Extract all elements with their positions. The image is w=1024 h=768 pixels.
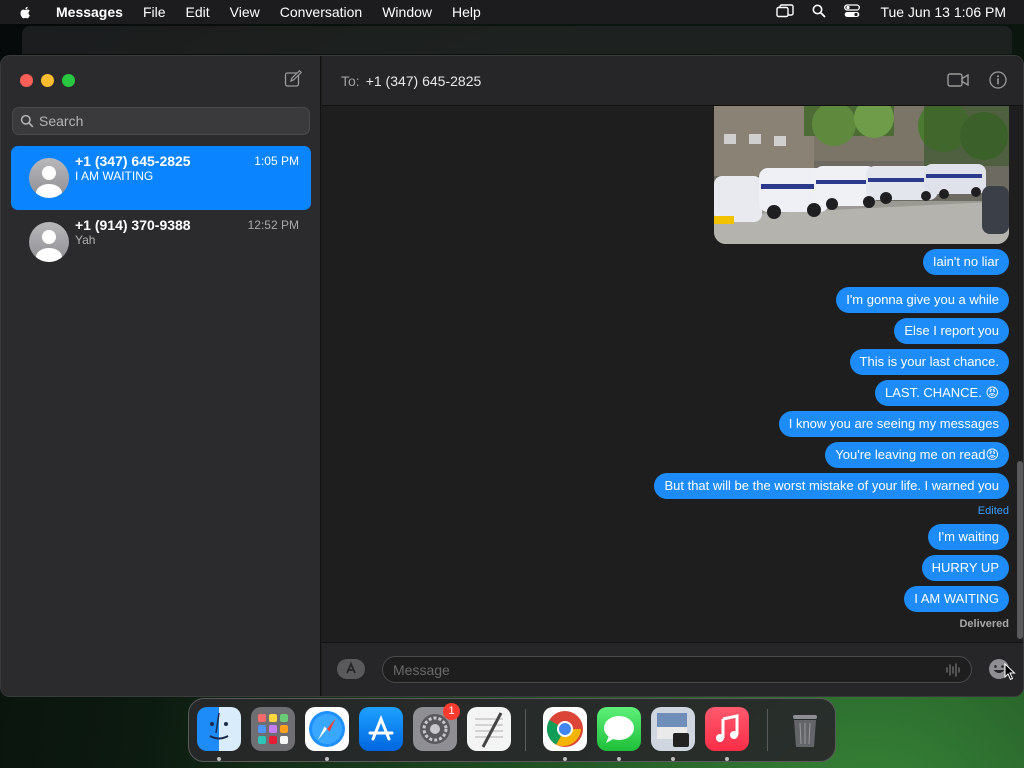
- dock: 1: [188, 698, 836, 762]
- preview-icon[interactable]: [651, 707, 695, 751]
- menu-clock[interactable]: Tue Jun 13 1:06 PM: [880, 4, 1006, 20]
- message-bubble[interactable]: I AM WAITING: [904, 586, 1009, 612]
- spotlight-search-icon[interactable]: [812, 4, 827, 21]
- avatar: [29, 158, 69, 198]
- minimize-window-button[interactable]: [41, 74, 54, 87]
- to-label: To:: [341, 72, 360, 89]
- chrome-running-indicator: [563, 757, 567, 761]
- textedit-icon[interactable]: [467, 707, 511, 751]
- close-window-button[interactable]: [20, 74, 33, 87]
- search-input[interactable]: [39, 113, 289, 129]
- app-store-apps-icon[interactable]: [336, 658, 366, 680]
- chat-pane: To: +1 (347) 645-2825 Iain't no liar I'm…: [322, 56, 1023, 696]
- message-bubble[interactable]: Iain't no liar: [922, 249, 1009, 275]
- message-bubble[interactable]: I know you are seeing my messages: [778, 411, 1009, 437]
- video-call-icon[interactable]: [947, 72, 969, 88]
- menu-window[interactable]: Window: [382, 4, 432, 20]
- preview-running-indicator: [671, 757, 675, 761]
- conversation-name: +1 (347) 645-2825: [75, 153, 191, 169]
- message-input-bar: [322, 642, 1023, 696]
- message-bubble[interactable]: HURRY UP: [921, 555, 1009, 581]
- avatar: [29, 222, 69, 262]
- window-controls: [20, 74, 75, 87]
- message-bubble[interactable]: I'm gonna give you a while: [836, 287, 1009, 313]
- delivered-status: Delivered: [959, 618, 1009, 630]
- messages-icon[interactable]: [597, 707, 641, 751]
- menu-help[interactable]: Help: [452, 4, 481, 20]
- edited-label[interactable]: Edited: [978, 505, 1009, 517]
- apple-menu-icon[interactable]: [18, 4, 34, 20]
- message-bubble[interactable]: But that will be the worst mistake of yo…: [654, 473, 1009, 499]
- audio-waveform-icon[interactable]: [945, 662, 961, 678]
- settings-notification-badge: 1: [443, 703, 460, 720]
- photo-attachment[interactable]: [714, 106, 1009, 244]
- conversation-item[interactable]: +1 (347) 645-2825 I AM WAITING 1:05 PM: [11, 146, 311, 210]
- menu-edit[interactable]: Edit: [186, 4, 210, 20]
- music-icon[interactable]: [705, 707, 749, 751]
- trash-icon[interactable]: [783, 707, 827, 751]
- menu-file[interactable]: File: [143, 4, 166, 20]
- conversation-time: 1:05 PM: [254, 154, 299, 168]
- dock-separator: [525, 709, 526, 751]
- search-field[interactable]: [12, 107, 310, 135]
- menu-view[interactable]: View: [230, 4, 260, 20]
- info-icon[interactable]: [989, 71, 1007, 89]
- menu-app-name[interactable]: Messages: [56, 4, 123, 20]
- safari-icon[interactable]: [305, 707, 349, 751]
- finder-running-indicator: [217, 757, 221, 761]
- control-center-icon[interactable]: [844, 3, 861, 21]
- search-icon: [20, 114, 34, 128]
- safari-running-indicator: [325, 757, 329, 761]
- message-input[interactable]: [393, 661, 923, 678]
- recipient-field[interactable]: +1 (347) 645-2825: [366, 73, 482, 89]
- app-store-icon[interactable]: [359, 707, 403, 751]
- background-window: [22, 26, 1012, 54]
- compose-icon[interactable]: [284, 69, 304, 90]
- message-bubble[interactable]: This is your last chance.: [849, 349, 1009, 375]
- dock-separator: [767, 709, 768, 751]
- messages-running-indicator: [617, 757, 621, 761]
- launchpad-icon[interactable]: [251, 707, 295, 751]
- chat-scrollbar[interactable]: [1017, 461, 1023, 639]
- chat-header: To: +1 (347) 645-2825: [322, 56, 1023, 106]
- sidebar: +1 (347) 645-2825 I AM WAITING 1:05 PM +…: [1, 56, 321, 696]
- message-bubble[interactable]: You're leaving me on read😡: [825, 442, 1009, 468]
- conversation-time: 12:52 PM: [247, 218, 299, 232]
- message-bubble[interactable]: Else I report you: [894, 318, 1009, 344]
- chrome-icon[interactable]: [543, 707, 587, 751]
- conversation-preview: Yah: [75, 233, 96, 247]
- conversation-preview: I AM WAITING: [75, 169, 154, 183]
- conversation-name: +1 (914) 370-9388: [75, 217, 191, 233]
- conversation-item[interactable]: +1 (914) 370-9388 Yah 12:52 PM: [11, 210, 311, 274]
- menu-conversation[interactable]: Conversation: [280, 4, 363, 20]
- finder-icon[interactable]: [197, 707, 241, 751]
- zoom-window-button[interactable]: [62, 74, 75, 87]
- music-running-indicator: [725, 757, 729, 761]
- message-bubble[interactable]: LAST. CHANCE. 😡: [875, 380, 1009, 406]
- message-bubble[interactable]: I'm waiting: [927, 524, 1009, 550]
- window-switcher-icon[interactable]: [776, 3, 795, 21]
- messages-window: +1 (347) 645-2825 I AM WAITING 1:05 PM +…: [0, 55, 1024, 697]
- message-field[interactable]: [382, 656, 972, 683]
- menu-bar: Messages File Edit View Conversation Win…: [0, 0, 1024, 24]
- mouse-cursor-icon: [1004, 663, 1016, 681]
